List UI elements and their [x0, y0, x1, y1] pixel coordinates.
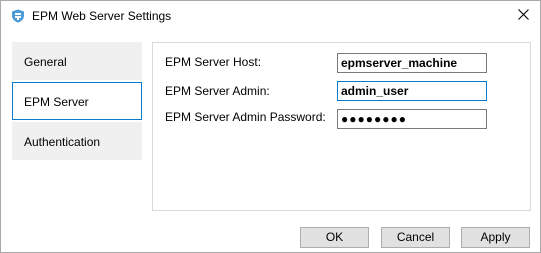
settings-dialog: EPM Web Server Settings General EPM Serv…	[0, 0, 541, 253]
settings-sidebar: General EPM Server Authentication	[12, 42, 142, 162]
title-bar: EPM Web Server Settings	[1, 1, 540, 31]
host-input[interactable]	[337, 53, 487, 73]
sidebar-item-general[interactable]: General	[12, 42, 142, 80]
window-title: EPM Web Server Settings	[32, 9, 172, 23]
sidebar-item-label: Authentication	[24, 135, 101, 149]
apply-button[interactable]: Apply	[461, 227, 530, 248]
sidebar-item-label: EPM Server	[24, 95, 89, 109]
password-input[interactable]	[337, 109, 487, 129]
server-shield-icon	[11, 9, 25, 23]
host-label: EPM Server Host:	[165, 55, 262, 69]
sidebar-item-authentication[interactable]: Authentication	[12, 122, 142, 160]
password-label: EPM Server Admin Password:	[165, 110, 326, 124]
close-button[interactable]	[505, 2, 541, 30]
admin-label: EPM Server Admin:	[165, 84, 270, 98]
sidebar-item-epm-server[interactable]: EPM Server	[12, 82, 142, 120]
sidebar-item-label: General	[24, 55, 67, 69]
admin-input[interactable]	[337, 81, 487, 101]
cancel-button[interactable]: Cancel	[381, 227, 450, 248]
ok-button[interactable]: OK	[300, 227, 369, 248]
settings-panel: EPM Server Host: EPM Server Admin: EPM S…	[152, 42, 531, 211]
close-icon	[517, 9, 529, 23]
